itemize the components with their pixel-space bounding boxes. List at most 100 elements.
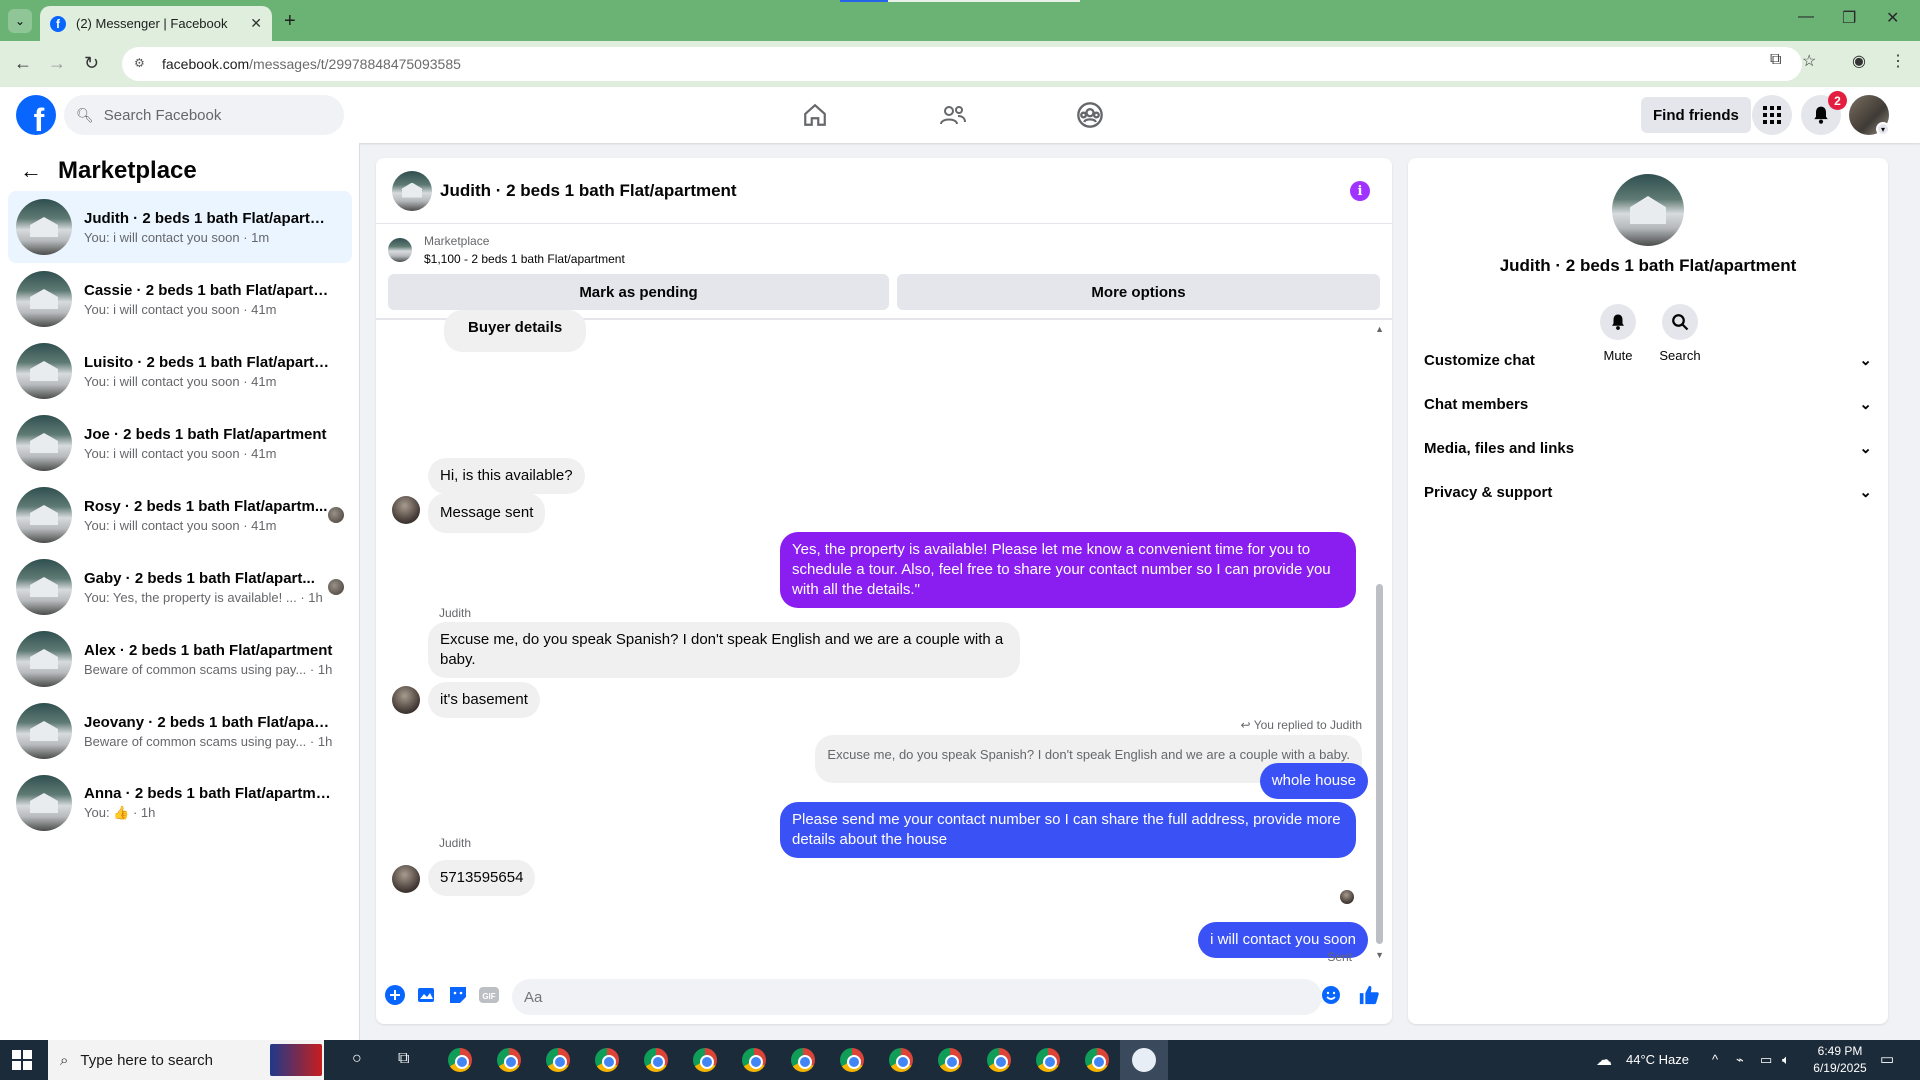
buyer-details-card[interactable]: Buyer details [444, 310, 587, 352]
chat-title[interactable]: Judith · 2 beds 1 bath Flat/apartment [440, 181, 737, 201]
conversation-item-rosy[interactable]: Rosy · 2 beds 1 bath Flat/apartm... You: … [8, 479, 352, 551]
chrome-taskbar-icon[interactable] [742, 1048, 766, 1072]
site-info-icon[interactable]: ⚙ [134, 56, 150, 72]
conversation-item-luisito[interactable]: Luisito · 2 beds 1 bath Flat/apartm... Yo… [8, 335, 352, 407]
message-bubble-incoming[interactable]: Message sent [428, 493, 546, 533]
tab-close-icon[interactable]: ✕ [250, 15, 262, 32]
message-input[interactable] [512, 979, 1322, 1015]
chrome-taskbar-icon[interactable] [791, 1048, 815, 1072]
sidebar-title: Marketplace [58, 157, 197, 184]
chrome-taskbar-icon[interactable] [448, 1048, 472, 1072]
message-bubble-outgoing[interactable]: Please send me your contact number so I … [780, 802, 1356, 858]
judith-avatar [392, 865, 420, 893]
volume-icon[interactable]: 🔈︎ [1782, 1052, 1790, 1068]
find-friends-button[interactable]: Find friends [1641, 97, 1751, 133]
chrome-taskbar-icon[interactable] [1036, 1048, 1060, 1072]
conversation-item-jeovany[interactable]: Jeovany · 2 beds 1 bath Flat/apart... Bew… [8, 695, 352, 767]
chrome-taskbar-icon[interactable] [840, 1048, 864, 1072]
taskbar-clock[interactable]: 6:49 PM 6/19/2025 [1808, 1043, 1872, 1077]
seen-receipt-avatar [1340, 890, 1354, 904]
weather-text[interactable]: 44°C Haze [1626, 1052, 1689, 1067]
browser-menu-icon[interactable]: ⋮ [1890, 51, 1906, 71]
conversation-item-judith[interactable]: Judith · 2 beds 1 bath Flat/apartm... You… [8, 191, 352, 263]
chat-members-row[interactable]: Chat members ⌄ [1424, 382, 1872, 426]
address-bar[interactable]: ⚙ facebook.com/messages/t/29978848475093… [122, 47, 1802, 81]
add-actions-icon[interactable] [384, 984, 406, 1006]
chat-listing-thumbnail[interactable] [392, 170, 432, 211]
browser-tab-bar: ⌄ f (2) Messenger | Facebook ✕ + — ❐ ✕ [0, 0, 1920, 41]
chrome-taskbar-icon[interactable] [595, 1048, 619, 1072]
listing-summary[interactable]: Marketplace $1,100 - 2 beds 1 bath Flat/… [388, 232, 625, 268]
conversation-name: Rosy · 2 beds 1 bath Flat/apartm... [84, 497, 328, 515]
emoji-icon[interactable] [1320, 984, 1342, 1006]
friends-nav-icon[interactable] [933, 99, 973, 131]
bookmark-star-icon[interactable]: ☆ [1802, 51, 1816, 71]
conversation-preview: You: i will contact you soon · 41m [84, 373, 277, 389]
conversation-info-icon[interactable]: i [1350, 181, 1370, 201]
chrome-taskbar-icon[interactable] [546, 1048, 570, 1072]
media-files-links-row[interactable]: Media, files and links ⌄ [1424, 426, 1872, 470]
minimize-icon[interactable]: — [1798, 8, 1814, 26]
mark-as-pending-button[interactable]: Mark as pending [388, 274, 889, 310]
weather-icon[interactable]: ☁ [1596, 1050, 1612, 1070]
message-bubble-incoming[interactable]: it's basement [428, 682, 540, 718]
facebook-logo-icon[interactable]: f [16, 95, 56, 135]
scroll-down-arrow-icon[interactable]: ▼ [1375, 950, 1384, 960]
chrome-taskbar-icon[interactable] [987, 1048, 1011, 1072]
message-bubble-incoming[interactable]: Excuse me, do you speak Spanish? I don't… [428, 622, 1020, 678]
home-nav-icon[interactable] [795, 99, 835, 131]
conversation-item-alex[interactable]: Alex · 2 beds 1 bath Flat/apartment Bewar… [8, 623, 352, 695]
notification-center-icon[interactable]: ▭ [1880, 1050, 1894, 1068]
task-view-icon[interactable]: ⧉ [398, 1050, 409, 1068]
sticker-icon[interactable] [447, 984, 469, 1006]
facebook-search-input[interactable]: 🔍︎ Search Facebook [64, 95, 344, 135]
browser-profile-icon[interactable]: ◉ [1852, 51, 1866, 71]
chrome-taskbar-icon[interactable] [889, 1048, 913, 1072]
more-options-button[interactable]: More options [897, 274, 1380, 310]
chrome-taskbar-icon[interactable] [938, 1048, 962, 1072]
chat-scrollbar[interactable] [1376, 584, 1383, 944]
chrome-taskbar-icon[interactable] [693, 1048, 717, 1072]
message-bubble-incoming[interactable]: Hi, is this available? [428, 458, 585, 494]
back-icon[interactable]: ← [14, 53, 32, 74]
display-icon[interactable]: ▭ [1760, 1052, 1772, 1068]
notifications-bell-icon[interactable]: 2 [1801, 91, 1847, 135]
attach-photo-icon[interactable] [416, 984, 438, 1006]
new-tab-icon[interactable]: + [284, 10, 296, 33]
message-thread[interactable]: Buyer details Hi, is this available? Mes… [376, 310, 1392, 970]
forward-icon[interactable]: → [48, 53, 66, 74]
conversation-item-joe[interactable]: Joe · 2 beds 1 bath Flat/apartment You: i… [8, 407, 352, 479]
customize-chat-row[interactable]: Customize chat ⌄ [1424, 338, 1872, 382]
restore-icon[interactable]: ❐ [1842, 8, 1856, 28]
groups-nav-icon[interactable] [1070, 99, 1110, 131]
reload-icon[interactable]: ↻ [84, 53, 99, 74]
menu-grid-icon[interactable] [1752, 95, 1792, 135]
chrome-taskbar-icon[interactable] [497, 1048, 521, 1072]
photos-app-icon[interactable] [1132, 1048, 1156, 1072]
conversation-item-cassie[interactable]: Cassie · 2 beds 1 bath Flat/apartm... You… [8, 263, 352, 335]
privacy-support-row[interactable]: Privacy & support ⌄ [1424, 470, 1872, 514]
back-arrow-icon[interactable]: ← [20, 158, 42, 184]
network-icon[interactable]: ⌁ [1736, 1052, 1744, 1068]
conversation-item-gaby[interactable]: Gaby · 2 beds 1 bath Flat/apart... You: Y… [8, 551, 352, 623]
like-thumb-icon[interactable] [1358, 984, 1380, 1006]
buyer-details-label: Buyer details [468, 319, 563, 336]
message-bubble-outgoing[interactable]: Yes, the property is available! Please l… [780, 532, 1356, 608]
chevron-down-icon: ⌄ [1859, 352, 1872, 369]
conversation-item-anna[interactable]: Anna · 2 beds 1 bath Flat/apartment You: … [8, 767, 352, 839]
account-caret-icon[interactable]: ▾ [1876, 122, 1890, 136]
chrome-taskbar-icon[interactable] [644, 1048, 668, 1072]
conversation-name: Joe · 2 beds 1 bath Flat/apartment [84, 425, 327, 443]
close-window-icon[interactable]: ✕ [1886, 8, 1899, 28]
browser-tab-messenger[interactable]: f (2) Messenger | Facebook ✕ [40, 6, 272, 41]
tray-overflow-icon[interactable]: ^ [1712, 1052, 1718, 1067]
message-bubble-outgoing[interactable]: whole house [1259, 763, 1368, 799]
message-bubble-incoming[interactable]: 5713595654 [428, 860, 536, 896]
gif-icon[interactable]: GIF [478, 984, 500, 1006]
chrome-taskbar-icon[interactable] [1085, 1048, 1109, 1072]
install-app-icon[interactable]: ⧉ [1770, 51, 1781, 69]
cortana-icon[interactable]: ○ [352, 1050, 362, 1068]
scroll-up-arrow-icon[interactable]: ▲ [1375, 324, 1384, 334]
tab-search-button[interactable]: ⌄ [8, 9, 32, 33]
windows-start-icon[interactable] [12, 1050, 32, 1070]
